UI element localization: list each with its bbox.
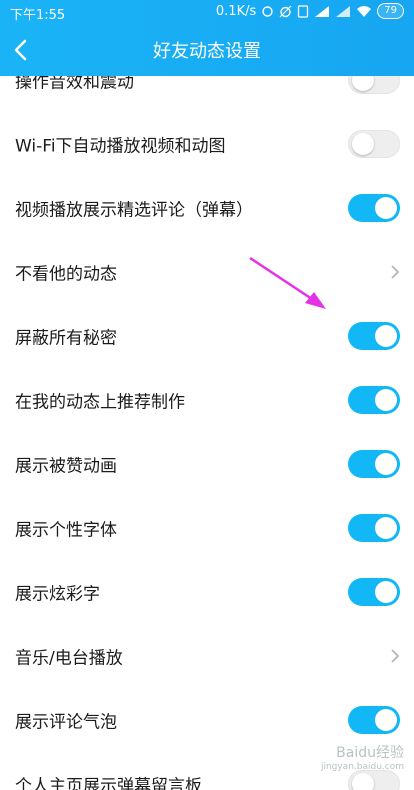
toggle-switch[interactable]	[348, 450, 400, 478]
watermark-main: Baidu经验	[336, 745, 404, 761]
settings-row[interactable]: 展示炫彩字	[0, 560, 414, 624]
status-time: 下午1:55	[10, 8, 66, 23]
toggle-knob	[375, 453, 397, 475]
toggle-knob	[375, 517, 397, 539]
settings-row-label: 操作音效和震动	[15, 76, 134, 93]
page-title: 好友动态设置	[153, 41, 261, 62]
settings-row-label: 展示个性字体	[15, 520, 117, 541]
toggle-knob	[375, 197, 397, 219]
settings-row[interactable]: Wi-Fi下自动播放视频和动图	[0, 112, 414, 176]
chevron-right-icon	[391, 265, 400, 279]
toggle-switch[interactable]	[348, 514, 400, 542]
toggle-switch[interactable]	[348, 76, 400, 94]
signal-icon	[315, 5, 330, 17]
network-speed: 0.1K/s	[215, 3, 257, 19]
settings-row[interactable]: 不看他的动态	[0, 240, 414, 304]
settings-row-label: 音乐/电台播放	[15, 648, 123, 669]
toggle-switch[interactable]	[348, 130, 400, 158]
header: 下午1:55 0.1K/s 79 好友动态设置	[0, 0, 414, 76]
settings-row[interactable]: 展示被赞动画	[0, 432, 414, 496]
toggle-switch[interactable]	[348, 322, 400, 350]
toggle-knob	[352, 76, 374, 91]
nav-bar: 好友动态设置	[0, 24, 414, 76]
watermark-sub: jingyan.baidu.com	[320, 762, 404, 772]
toggle-switch[interactable]	[348, 578, 400, 606]
sync-icon	[262, 5, 273, 17]
signal-icon-2	[336, 5, 351, 17]
settings-row[interactable]: 展示个性字体	[0, 496, 414, 560]
watermark: Baidu经验 jingyan.baidu.com	[321, 742, 404, 772]
toggle-switch[interactable]	[348, 770, 400, 790]
settings-row-label: 展示炫彩字	[15, 584, 100, 605]
status-bar: 下午1:55 0.1K/s 79	[0, 0, 414, 24]
toggle-knob	[375, 389, 397, 411]
toggle-knob	[352, 133, 374, 155]
toggle-knob	[352, 773, 374, 790]
status-icons: 0.1K/s 79	[216, 3, 404, 19]
settings-row[interactable]: 操作音效和震动	[0, 76, 414, 112]
toggle-switch[interactable]	[348, 706, 400, 734]
settings-row-label: 展示评论气泡	[15, 712, 117, 733]
sim-icon	[298, 4, 309, 18]
settings-row-label: 展示被赞动画	[15, 456, 117, 477]
settings-row[interactable]: 视频播放展示精选评论（弹幕）	[0, 176, 414, 240]
toggle-switch[interactable]	[348, 386, 400, 414]
wifi-icon	[357, 5, 372, 17]
toggle-switch[interactable]	[348, 194, 400, 222]
chevron-right-icon	[391, 649, 400, 663]
settings-row-label: Wi-Fi下自动播放视频和动图	[15, 136, 226, 157]
settings-row-label: 在我的动态上推荐制作	[15, 392, 185, 413]
settings-row[interactable]: 屏蔽所有秘密	[0, 304, 414, 368]
settings-row-label: 屏蔽所有秘密	[15, 328, 117, 349]
settings-row[interactable]: 音乐/电台播放	[0, 624, 414, 688]
settings-list: 操作音效和震动 Wi-Fi下自动播放视频和动图视频播放展示精选评论（弹幕） 不看他的…	[0, 76, 414, 790]
battery-level: 79	[377, 3, 404, 19]
settings-row[interactable]: 在我的动态上推荐制作	[0, 368, 414, 432]
settings-row-label: 个人主页展示弹幕留言板	[15, 776, 202, 790]
toggle-knob	[375, 581, 397, 603]
settings-row-label: 不看他的动态	[15, 264, 117, 285]
toggle-knob	[375, 325, 397, 347]
alarm-icon	[279, 5, 292, 17]
toggle-knob	[375, 709, 397, 731]
settings-row-label: 视频播放展示精选评论（弹幕）	[15, 200, 253, 221]
